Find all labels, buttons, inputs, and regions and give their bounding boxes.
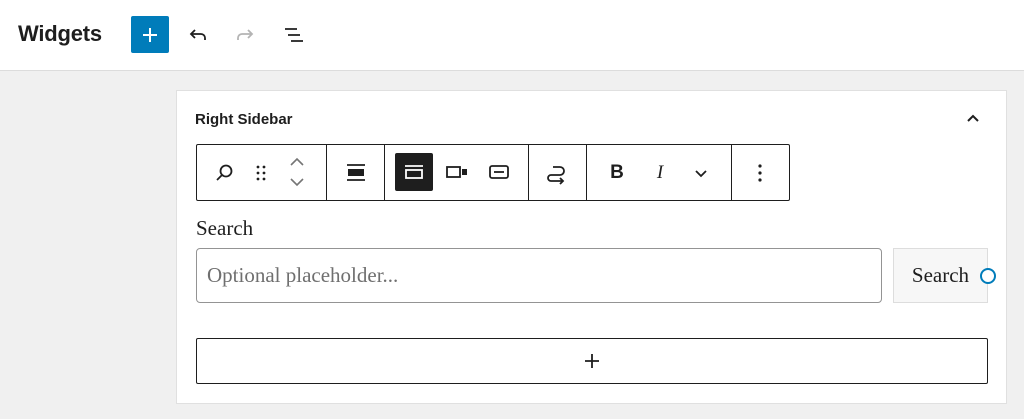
toolbar-separator [528,145,529,200]
search-label[interactable]: Search [196,216,253,241]
italic-button[interactable]: I [645,159,675,187]
button-outside-icon [405,165,423,179]
chevron-up-icon [967,114,979,122]
button-inside-toggle[interactable] [441,157,473,187]
use-button-icon-toggle[interactable] [540,159,574,187]
widget-area-title: Right Sidebar [195,111,293,128]
editor-header: Widgets [0,0,1024,71]
add-block-button[interactable] [131,16,169,53]
redo-icon [237,29,254,40]
no-button-icon [489,165,509,179]
toolbar-separator [384,145,385,200]
list-view-button[interactable] [280,22,306,48]
widget-area-right-sidebar: Right Sidebar B I Search Optional placeh… [176,90,1007,404]
block-type-button[interactable] [211,159,239,187]
toolbar-separator [586,145,587,200]
collapse-button[interactable] [961,107,985,131]
bold-button[interactable]: B [602,159,632,187]
italic-icon: I [656,162,664,183]
options-icon [758,164,762,182]
move-up-icon [290,157,304,166]
align-button[interactable] [340,159,372,187]
chevron-down-icon [695,170,707,178]
add-block-appender[interactable] [196,338,988,384]
bold-icon: B [610,162,624,183]
drag-handle[interactable] [249,159,273,187]
options-button[interactable] [747,159,773,187]
resize-handle[interactable] [980,268,996,284]
search-input[interactable] [196,248,882,303]
search-block-icon [216,164,233,181]
move-down-button[interactable] [285,173,309,191]
align-icon [347,164,365,181]
search-button[interactable]: Search [893,248,988,303]
more-formatting-button[interactable] [687,159,715,187]
toolbar-separator [326,145,327,200]
button-inside-icon [446,166,467,178]
list-view-icon [285,28,303,42]
page-title: Widgets [18,21,102,46]
no-button-toggle[interactable] [483,157,515,187]
move-down-icon [290,178,304,187]
block-toolbar: B I [196,144,790,201]
move-up-button[interactable] [285,153,309,171]
undo-button[interactable] [185,22,211,48]
drag-handle-icon [256,165,266,181]
plus-icon [585,354,599,368]
toolbar-separator [731,145,732,200]
plus-icon [143,27,157,42]
button-outside-toggle[interactable] [395,153,433,191]
redo-button[interactable] [232,22,258,48]
use-button-icon [547,166,565,185]
undo-icon [189,29,206,40]
